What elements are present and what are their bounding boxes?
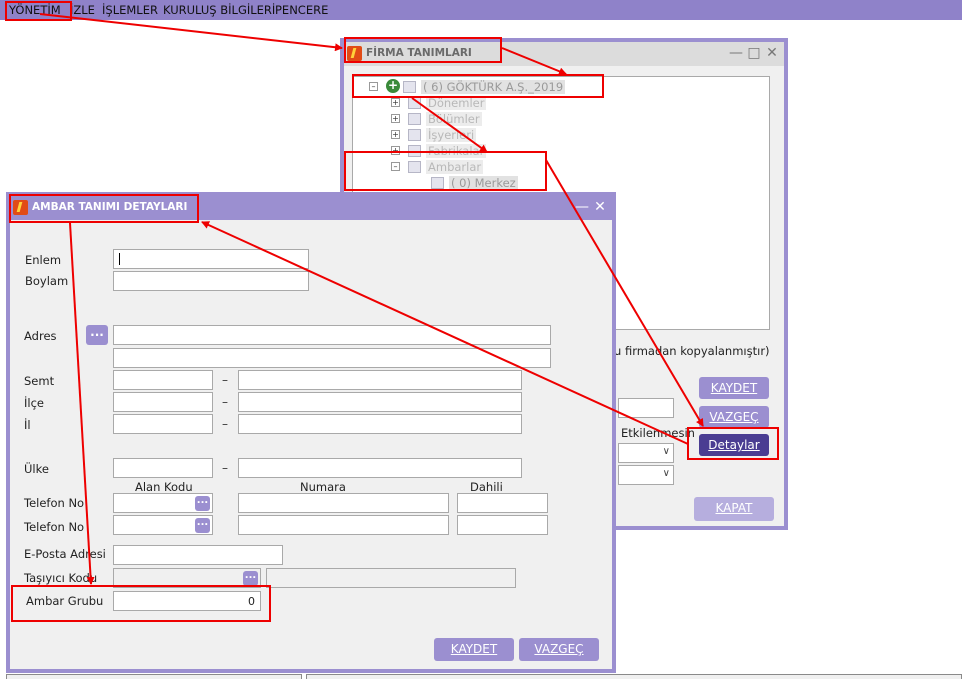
- telefon1-number-input[interactable]: [238, 493, 449, 513]
- firma-save-button[interactable]: KAYDET: [699, 377, 769, 399]
- il-label: İl: [24, 418, 31, 432]
- minimize-icon[interactable]: —: [728, 45, 744, 61]
- highlight-ambarlar: [344, 151, 547, 191]
- dash-separator: –: [222, 461, 228, 475]
- telefon2-area-input[interactable]: ...: [113, 515, 213, 535]
- ilce-name-input[interactable]: [238, 392, 522, 412]
- minimize-icon[interactable]: —: [574, 199, 590, 215]
- area-code-lookup-button[interactable]: ...: [195, 518, 210, 533]
- adres-line1-input[interactable]: [113, 325, 551, 345]
- maximize-icon[interactable]: □: [746, 45, 762, 61]
- semt-label: Semt: [24, 374, 55, 388]
- ilce-code-input[interactable]: [113, 392, 213, 412]
- expand-icon[interactable]: +: [391, 130, 400, 139]
- menu-kurulus-bilgileri[interactable]: KURULUŞ BİLGİLERİ: [163, 3, 275, 17]
- firma-combo-1[interactable]: ∨: [618, 443, 674, 463]
- boylam-input[interactable]: [113, 271, 309, 291]
- ambar-cancel-button[interactable]: VAZGEÇ: [519, 638, 599, 661]
- area-code-lookup-button[interactable]: ...: [195, 496, 210, 511]
- telefon2-extension-input[interactable]: [457, 515, 548, 535]
- copied-from-text: u firmadan kopyalanmıştır): [614, 344, 770, 358]
- boylam-label: Boylam: [25, 274, 69, 288]
- dash-separator: –: [222, 373, 228, 387]
- expand-icon[interactable]: +: [391, 98, 400, 107]
- eposta-label: E-Posta Adresi: [24, 547, 106, 561]
- ulke-label: Ülke: [24, 462, 49, 476]
- tasiyici-label: Taşıyıcı Kodu: [24, 571, 98, 585]
- menu-bar: YÖNETİM İZLE İŞLEMLER KURULUŞ BİLGİLERİ …: [0, 0, 962, 20]
- ambar-save-button[interactable]: KAYDET: [434, 638, 514, 661]
- enlem-label: Enlem: [25, 253, 62, 267]
- semt-code-input[interactable]: [113, 370, 213, 390]
- semt-name-input[interactable]: [238, 370, 522, 390]
- dash-separator: –: [222, 395, 228, 409]
- highlight-firma-root: [352, 74, 604, 98]
- il-name-input[interactable]: [238, 414, 522, 434]
- expand-icon[interactable]: +: [391, 114, 400, 123]
- highlight-details: [687, 427, 779, 460]
- il-code-input[interactable]: [113, 414, 213, 434]
- chevron-down-icon: ∨: [662, 446, 670, 457]
- text-cursor: [119, 253, 120, 265]
- close-icon[interactable]: ✕: [592, 199, 608, 215]
- tree-item-label: Bölümler: [426, 112, 482, 126]
- tree-item-label: İşyerleri: [426, 128, 477, 142]
- highlight-firma-title: [344, 37, 502, 63]
- ulke-code-input[interactable]: [113, 458, 213, 478]
- chevron-down-icon: ∨: [662, 468, 670, 479]
- ulke-name-input[interactable]: [238, 458, 522, 478]
- menu-izle[interactable]: İZLE: [70, 3, 95, 17]
- firma-cancel-button[interactable]: VAZGEÇ: [699, 406, 769, 428]
- tasiyici-name-input: [266, 568, 516, 588]
- telefon1-area-input[interactable]: ...: [113, 493, 213, 513]
- telefon1-extension-input[interactable]: [457, 493, 548, 513]
- menu-pencere[interactable]: PENCERE: [275, 3, 328, 17]
- firma-combo-2[interactable]: ∨: [618, 465, 674, 485]
- menu-islemler[interactable]: İŞLEMLER: [102, 3, 158, 17]
- eposta-input[interactable]: [113, 545, 283, 565]
- number-header: Numara: [300, 480, 346, 494]
- enlem-input[interactable]: [113, 249, 309, 269]
- status-bar-left: [6, 674, 302, 679]
- firma-field[interactable]: [618, 398, 674, 418]
- highlight-yonetim: [5, 1, 72, 21]
- area-code-header: Alan Kodu: [135, 480, 193, 494]
- dash-separator: –: [222, 417, 228, 431]
- telefon2-number-input[interactable]: [238, 515, 449, 535]
- tree-item-label: Dönemler: [426, 96, 487, 110]
- affected-label: Etkilenmesin: [621, 426, 695, 440]
- telefon1-label: Telefon No: [24, 496, 85, 510]
- grid-icon: [408, 113, 421, 125]
- adres-label: Adres: [24, 329, 57, 343]
- telefon2-label: Telefon No: [24, 520, 85, 534]
- carrier-lookup-button[interactable]: ...: [243, 571, 258, 586]
- building-icon: [408, 129, 421, 141]
- adres-line2-input[interactable]: [113, 348, 551, 368]
- highlight-ambar-grubu: [11, 585, 271, 622]
- highlight-ambar-title: [9, 194, 199, 223]
- extension-header: Dahili: [470, 480, 503, 494]
- address-lookup-button[interactable]: ...: [86, 325, 108, 345]
- calendar-icon: [408, 97, 421, 109]
- ilce-label: İlçe: [24, 396, 44, 410]
- firma-close-button[interactable]: KAPAT: [694, 497, 774, 521]
- close-icon[interactable]: ✕: [764, 45, 780, 61]
- status-bar-right: [306, 674, 962, 679]
